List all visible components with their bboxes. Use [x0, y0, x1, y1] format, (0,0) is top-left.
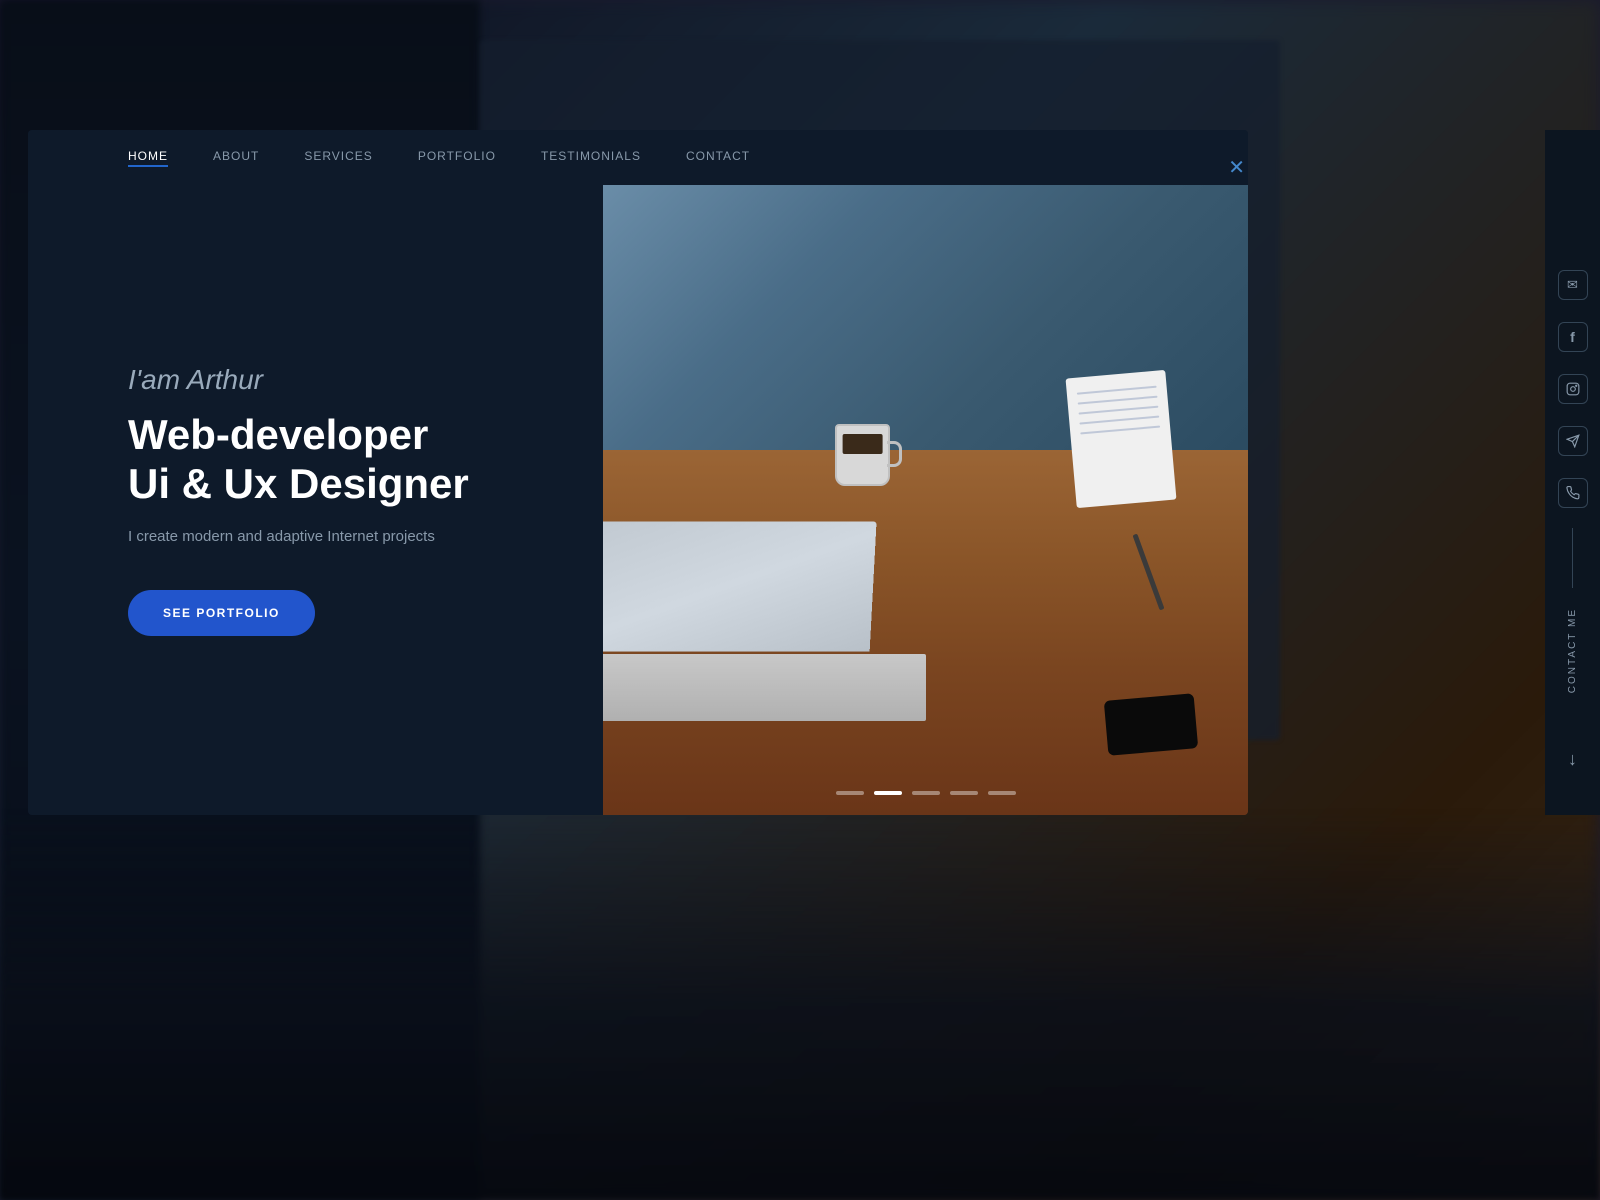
- hero-title: Web-developer Ui & Ux Designer: [128, 411, 503, 508]
- laptop: [603, 500, 926, 721]
- see-portfolio-button[interactable]: SEE PORTFOLIO: [128, 590, 315, 636]
- content-area: I'am Arthur Web-developer Ui & Ux Design…: [28, 185, 1248, 815]
- hero-image-panel: [603, 185, 1248, 815]
- telegram-icon[interactable]: [1558, 426, 1588, 456]
- navbar: HOME ABOUT SERVICES PORTFOLIO TESTIMONIA…: [28, 130, 1248, 185]
- hero-subtitle: I create modern and adaptive Internet pr…: [128, 528, 503, 545]
- blur-bottom: [0, 810, 1600, 1200]
- nav-item-contact[interactable]: CONTACT: [686, 149, 750, 167]
- laptop-keyboard: [603, 654, 926, 720]
- nav-item-services[interactable]: SERVICES: [304, 149, 372, 167]
- notepad-line: [1078, 406, 1158, 415]
- notepad-lines: [1065, 370, 1172, 458]
- laptop-screen: [603, 522, 876, 652]
- hero-title-line1: Web-developer: [128, 411, 428, 458]
- nav-item-home[interactable]: HOME: [128, 149, 168, 167]
- instagram-icon[interactable]: [1558, 374, 1588, 404]
- nav-item-about[interactable]: ABOUT: [213, 149, 259, 167]
- notepad: [1065, 370, 1176, 508]
- slider-dot-4[interactable]: [950, 791, 978, 795]
- hero-title-line2: Ui & Ux Designer: [128, 460, 469, 507]
- slider-dot-3[interactable]: [912, 791, 940, 795]
- nav-menu: HOME ABOUT SERVICES PORTFOLIO TESTIMONIA…: [128, 149, 750, 167]
- notepad-line: [1076, 386, 1156, 395]
- slider-dot-1[interactable]: [836, 791, 864, 795]
- email-icon[interactable]: ✉: [1558, 270, 1588, 300]
- slider-dots: [836, 791, 1016, 795]
- close-button[interactable]: ✕: [1228, 155, 1245, 180]
- hero-left-panel: I'am Arthur Web-developer Ui & Ux Design…: [28, 185, 603, 815]
- nav-item-portfolio[interactable]: PORTFOLIO: [418, 149, 496, 167]
- social-icons-container: ✉ f: [1558, 270, 1588, 508]
- slider-dot-2[interactable]: [874, 791, 902, 795]
- coffee-mug: [835, 424, 890, 486]
- sidebar-divider: [1572, 528, 1573, 588]
- scroll-down-arrow[interactable]: ↓: [1568, 749, 1577, 770]
- main-window: HOME ABOUT SERVICES PORTFOLIO TESTIMONIA…: [28, 130, 1248, 815]
- notepad-line: [1080, 426, 1160, 435]
- notepad-line: [1079, 416, 1159, 425]
- right-sidebar: ✉ f Contact Me ↓: [1545, 130, 1600, 815]
- slider-dot-5[interactable]: [988, 791, 1016, 795]
- smartphone: [1104, 693, 1198, 756]
- desk-scene: [603, 185, 1248, 815]
- hero-greeting: I'am Arthur: [128, 364, 503, 396]
- nav-item-testimonials[interactable]: TESTIMONIALS: [541, 149, 641, 167]
- whatsapp-icon[interactable]: [1558, 478, 1588, 508]
- notepad-line: [1077, 396, 1157, 405]
- contact-me-label: Contact Me: [1567, 608, 1578, 693]
- facebook-icon[interactable]: f: [1558, 322, 1588, 352]
